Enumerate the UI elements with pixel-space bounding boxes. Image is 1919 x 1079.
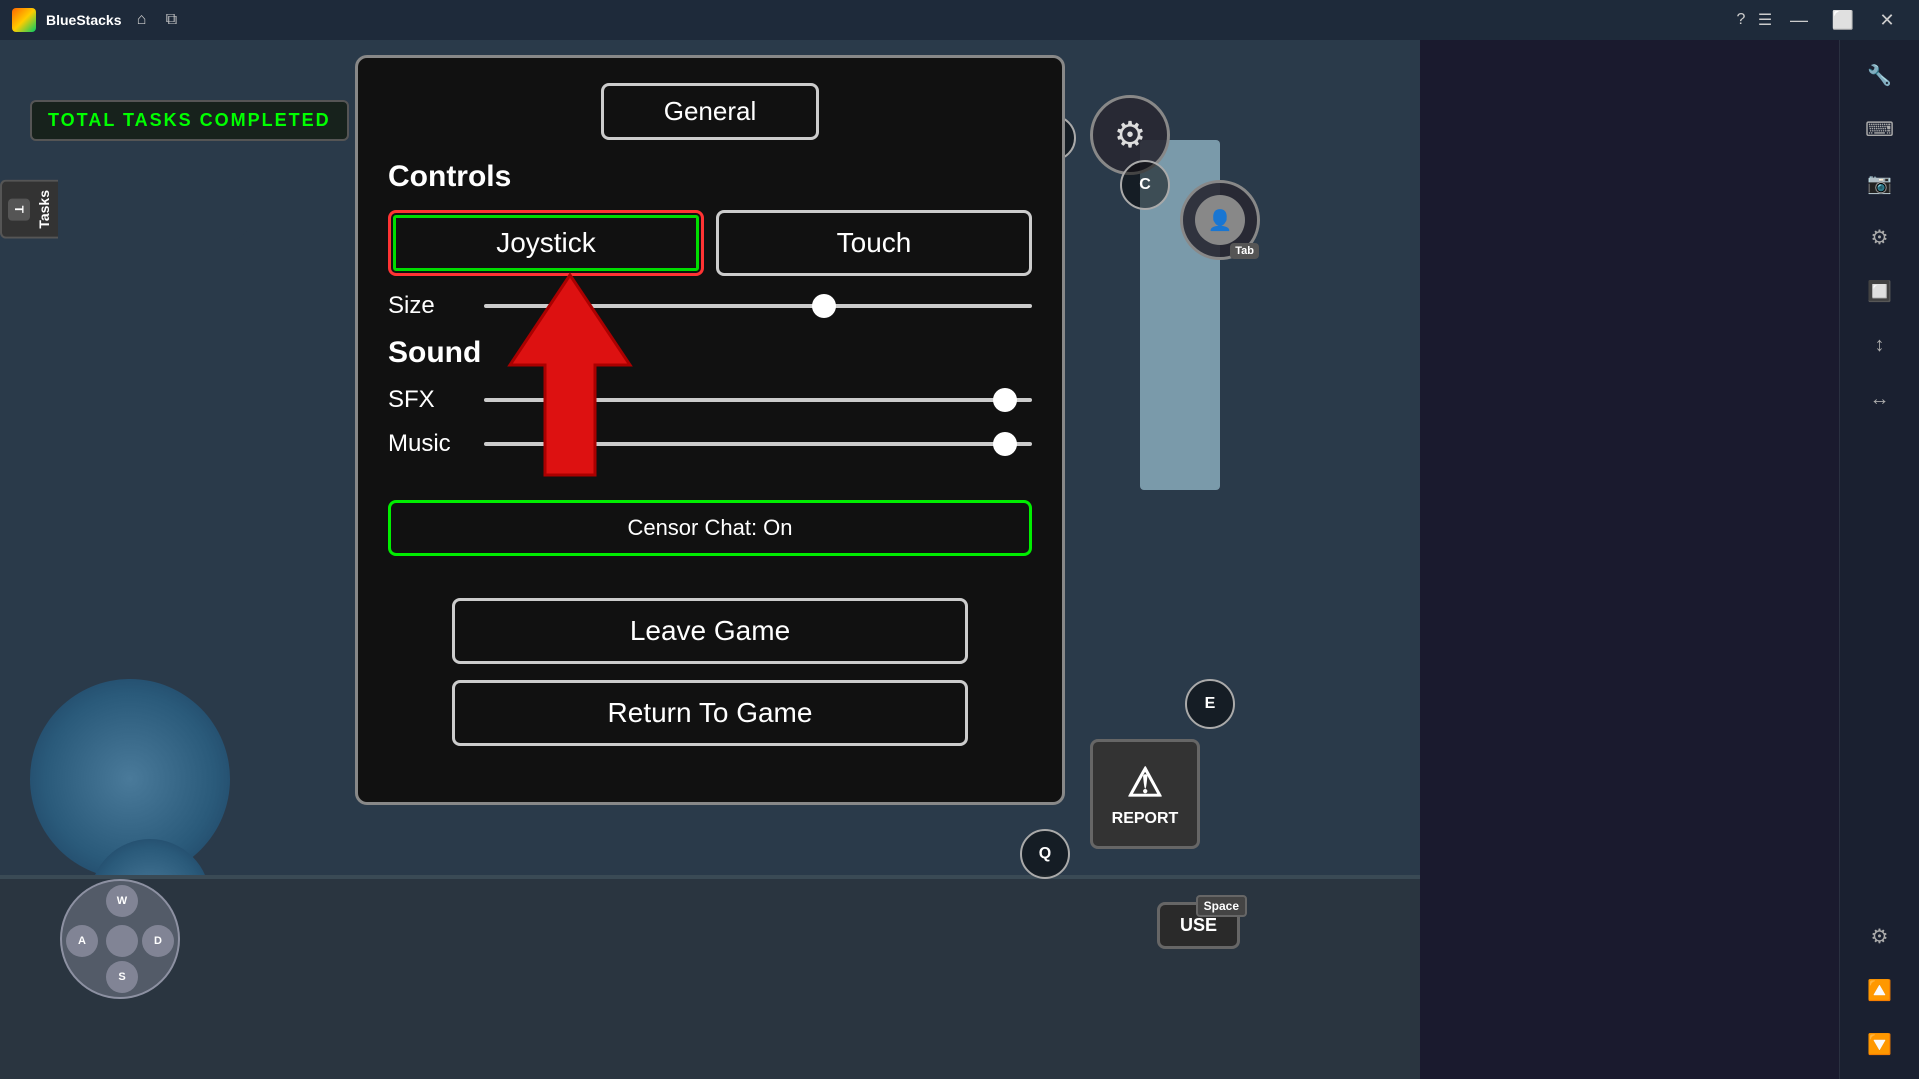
leave-game-button[interactable]: Leave Game — [452, 598, 967, 664]
music-slider[interactable] — [484, 442, 1032, 446]
joystick-down[interactable]: S — [106, 961, 138, 993]
c-button[interactable]: C — [1120, 160, 1170, 210]
general-button[interactable]: General — [601, 83, 820, 140]
report-icon: ⚠ — [1127, 760, 1163, 806]
bluestacks-logo — [12, 8, 36, 32]
restore-button[interactable]: ⬜ — [1823, 0, 1863, 40]
joystick-ring: W S A D — [60, 879, 180, 999]
q-button[interactable]: Q — [1020, 829, 1070, 879]
tasks-banner: TOTAL TASKS COMPLETED — [30, 100, 349, 141]
report-button[interactable]: ⚠ REPORT — [1090, 739, 1200, 849]
sfx-slider[interactable] — [484, 398, 1032, 402]
sidebar-icon-3[interactable]: 📷 — [1855, 158, 1905, 208]
use-container: USE Space — [1157, 902, 1240, 949]
home-icon[interactable]: ⌂ — [131, 10, 151, 30]
size-thumb[interactable] — [812, 294, 836, 318]
size-slider[interactable] — [484, 304, 1032, 308]
title-bar-controls: ? ☰ — ⬜ ✕ — [1731, 0, 1907, 40]
sound-title: Sound — [388, 336, 481, 370]
sidebar-icon-bottom-3[interactable]: 🔽 — [1855, 1019, 1905, 1069]
sidebar-icon-5[interactable]: 🔲 — [1855, 266, 1905, 316]
music-slider-row: Music — [388, 430, 1032, 458]
help-icon[interactable]: ? — [1731, 10, 1751, 30]
title-bar-left: BlueStacks ⌂ ⧉ — [12, 8, 181, 32]
controls-title: Controls — [388, 160, 511, 194]
joystick[interactable]: W S A D — [60, 879, 180, 999]
sfx-thumb[interactable] — [993, 388, 1017, 412]
sidebar-icon-4[interactable]: ⚙ — [1855, 212, 1905, 262]
sidebar-icon-bottom-1[interactable]: ⚙ — [1855, 911, 1905, 961]
close-button[interactable]: ✕ — [1867, 0, 1907, 40]
joystick-center — [106, 925, 138, 957]
return-to-game-button[interactable]: Return To Game — [452, 680, 967, 746]
joystick-button[interactable]: Joystick — [388, 210, 704, 276]
c-button-area: C — [1120, 160, 1170, 210]
multi-window-icon[interactable]: ⧉ — [161, 10, 181, 30]
music-thumb[interactable] — [993, 432, 1017, 456]
joystick-left[interactable]: A — [66, 925, 98, 957]
sidebar-icon-bottom-2[interactable]: 🔼 — [1855, 965, 1905, 1015]
joystick-up[interactable]: W — [106, 885, 138, 917]
sidebar-icon-7[interactable]: ↔ — [1855, 374, 1905, 424]
settings-modal: General Controls Joystick Touch Size Sou… — [355, 55, 1065, 805]
tasks-tab[interactable]: T Tasks — [0, 180, 58, 239]
space-badge: Space — [1196, 895, 1247, 917]
sfx-label: SFX — [388, 386, 468, 414]
hamburger-icon[interactable]: ☰ — [1755, 10, 1775, 30]
sfx-slider-row: SFX — [388, 386, 1032, 414]
e-button[interactable]: E — [1185, 679, 1235, 729]
tab-badge: Tab — [1230, 243, 1259, 259]
tab-button[interactable]: 👤 Tab — [1180, 180, 1260, 260]
floor-line — [0, 875, 1420, 879]
minimize-button[interactable]: — — [1779, 0, 1819, 40]
tab-button-area: 👤 Tab — [1180, 180, 1260, 260]
title-bar: BlueStacks ⌂ ⧉ ? ☰ — ⬜ ✕ — [0, 0, 1919, 40]
right-sidebar: 🔧 ⌨ 📷 ⚙ 🔲 ↕ ↔ ⚙ 🔼 🔽 — [1839, 40, 1919, 1079]
sidebar-icon-1[interactable]: 🔧 — [1855, 50, 1905, 100]
music-label: Music — [388, 430, 468, 458]
use-button[interactable]: USE Space — [1157, 902, 1240, 949]
censor-chat-button[interactable]: Censor Chat: On — [388, 500, 1032, 556]
size-slider-row: Size — [388, 292, 1032, 320]
app-title: BlueStacks — [46, 12, 121, 28]
sidebar-icon-2[interactable]: ⌨ — [1855, 104, 1905, 154]
joystick-right[interactable]: D — [142, 925, 174, 957]
size-label: Size — [388, 292, 468, 320]
tasks-key: T — [8, 198, 30, 220]
sidebar-icon-6[interactable]: ↕ — [1855, 320, 1905, 370]
touch-button[interactable]: Touch — [716, 210, 1032, 276]
controls-row: Joystick Touch — [388, 210, 1032, 276]
tasks-label: Tasks — [36, 190, 52, 229]
